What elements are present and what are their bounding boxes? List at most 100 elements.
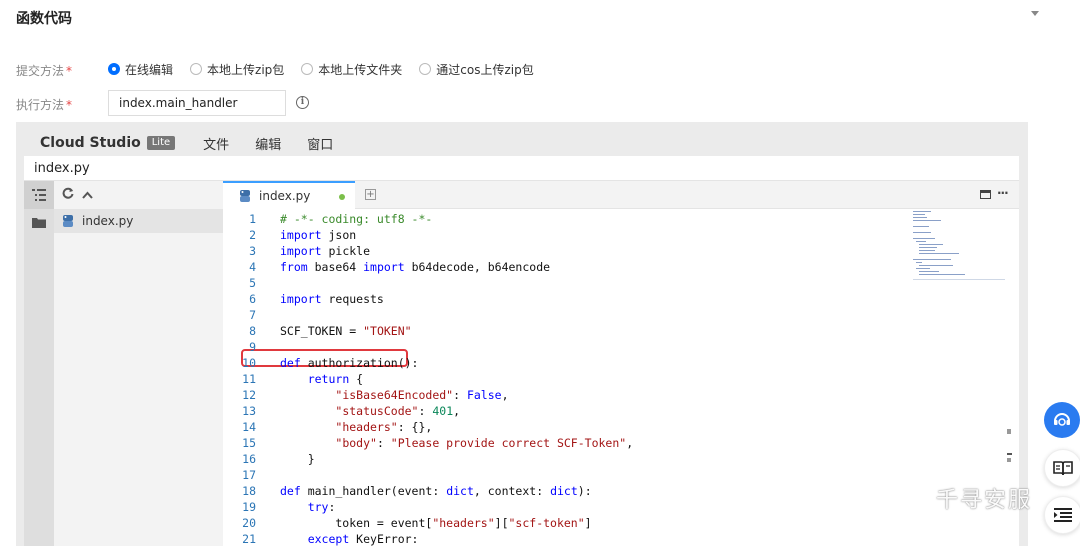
radio-cos-zip-circle[interactable] — [419, 63, 432, 75]
code-token: ][ — [494, 516, 509, 530]
ide-menubar: Cloud Studio Lite 文件 编辑 窗口 — [24, 130, 1019, 156]
code-line[interactable]: 2 import json — [223, 227, 923, 243]
handler-label: 执行方法 * — [16, 96, 72, 113]
watermark: 千寻安服 — [892, 482, 1032, 514]
explorer-file-label: index.py — [82, 214, 134, 228]
code-line[interactable]: 14 "headers": {}, — [223, 419, 923, 435]
code-token: authorization(): — [300, 356, 419, 370]
radio-online-edit-circle[interactable] — [108, 63, 120, 75]
line-number: 16 — [242, 452, 256, 466]
radio-upload-folder-label: 本地上传文件夹 — [318, 62, 403, 77]
file-explorer: index.py — [54, 181, 223, 546]
code-token: import — [280, 244, 322, 258]
minimap-viewport-line — [913, 279, 1005, 280]
code-line[interactable]: 10 def authorization(): — [223, 355, 923, 371]
line-number: 14 — [242, 420, 256, 434]
line-number: 13 — [242, 404, 256, 418]
code-line[interactable]: 5 — [223, 275, 923, 291]
scrollbar-markers[interactable] — [1005, 427, 1013, 467]
required-mark: * — [66, 64, 73, 78]
code-line[interactable]: 4 from base64 import b64decode, b64encode — [223, 259, 923, 275]
line-number: 17 — [242, 468, 256, 482]
tab-index-py[interactable]: index.py — [223, 181, 355, 209]
code-line[interactable]: 9 — [223, 339, 923, 355]
code-line[interactable]: 1 # -*- coding: utf8 -*- — [223, 211, 923, 227]
line-number: 21 — [242, 532, 256, 546]
code-token: "scf-token" — [508, 516, 585, 530]
handler-label-text: 执行方法 — [16, 98, 65, 112]
collapse-up-icon[interactable] — [82, 188, 93, 203]
code-token: : — [376, 436, 391, 450]
code-line[interactable]: 11 return { — [223, 371, 923, 387]
radio-upload-zip-label: 本地上传zip包 — [207, 62, 285, 77]
more-options-icon[interactable]: ··· — [997, 186, 1009, 200]
code-line[interactable]: 15 "body": "Please provide correct SCF-T… — [223, 435, 923, 451]
outline-button[interactable] — [1044, 496, 1080, 534]
explorer-list-icon[interactable] — [24, 181, 54, 209]
line-number: 3 — [249, 244, 256, 258]
headset-icon — [1054, 413, 1070, 426]
new-tab-plus-icon[interactable]: + — [365, 189, 376, 200]
code-line[interactable]: 3 import pickle — [223, 243, 923, 259]
code-line[interactable]: 6 import requests — [223, 291, 923, 307]
refresh-icon[interactable] — [62, 187, 74, 203]
editor-tabbar: index.py + ··· — [223, 181, 1019, 209]
code-line[interactable]: 18 def main_handler(event: dict, context:… — [223, 483, 923, 499]
radio-upload-zip-circle[interactable] — [190, 63, 203, 75]
line-number: 8 — [249, 324, 256, 338]
line-number: 9 — [249, 340, 256, 354]
line-number: 20 — [242, 516, 256, 530]
menu-window[interactable]: 窗口 — [307, 134, 333, 153]
code-token: import — [363, 260, 405, 274]
radio-cos-zip[interactable]: 通过cos上传zip包 — [419, 61, 534, 78]
code-token: return — [307, 372, 350, 386]
radio-online-edit[interactable]: 在线编辑 — [108, 61, 173, 78]
info-icon[interactable]: i — [296, 96, 309, 109]
handler-input[interactable]: index.main_handler — [108, 90, 286, 116]
code-line[interactable]: 17 — [223, 467, 923, 483]
list-indent-icon — [1054, 508, 1072, 522]
watermark-text: 千寻安服 — [936, 488, 1033, 513]
tab-label: index.py — [259, 189, 311, 203]
code-line[interactable]: 16 } — [223, 451, 923, 467]
code-token: # -*- coding: utf8 -*- — [280, 212, 433, 226]
code-line[interactable]: 8 SCF_TOKEN = "TOKEN" — [223, 323, 923, 339]
line-number: 12 — [242, 388, 256, 402]
line-number: 19 — [242, 500, 256, 514]
menu-file[interactable]: 文件 — [203, 134, 229, 153]
radio-upload-folder-circle[interactable] — [301, 63, 314, 75]
code-token: } — [280, 452, 315, 466]
code-line[interactable]: 13 "statusCode": 401, — [223, 403, 923, 419]
code-token: import — [280, 292, 322, 306]
code-token: base64 — [307, 260, 364, 274]
code-line[interactable]: 20 token = event["headers"]["scf-token"] — [223, 515, 923, 531]
radio-online-edit-label: 在线编辑 — [125, 62, 174, 77]
collapse-caret-icon[interactable] — [1031, 11, 1039, 16]
menu-edit[interactable]: 编辑 — [255, 134, 281, 153]
code-line[interactable]: 7 — [223, 307, 923, 323]
code-token: "TOKEN" — [363, 324, 412, 338]
code-token: import — [280, 228, 322, 242]
code-token: token = event[ — [280, 516, 433, 530]
submit-method-label: 提交方法 * — [16, 62, 72, 79]
line-number: 15 — [242, 436, 256, 450]
code-line[interactable]: 21 except KeyError: — [223, 531, 923, 546]
submit-method-label-text: 提交方法 — [16, 64, 65, 78]
radio-upload-folder[interactable]: 本地上传文件夹 — [301, 61, 402, 78]
customer-service-button[interactable] — [1044, 402, 1080, 438]
maximize-icon[interactable] — [980, 190, 991, 199]
docs-button[interactable] — [1044, 449, 1080, 487]
line-number: 5 — [249, 276, 256, 290]
folder-icon[interactable] — [24, 209, 54, 235]
code-line[interactable]: 19 try: — [223, 499, 923, 515]
code-token: , — [453, 404, 461, 418]
radio-upload-zip[interactable]: 本地上传zip包 — [190, 61, 284, 78]
minimap[interactable] — [913, 209, 1013, 279]
code-line[interactable]: 12 "isBase64Encoded": False, — [223, 387, 923, 403]
explorer-file-item[interactable]: index.py — [54, 209, 223, 233]
